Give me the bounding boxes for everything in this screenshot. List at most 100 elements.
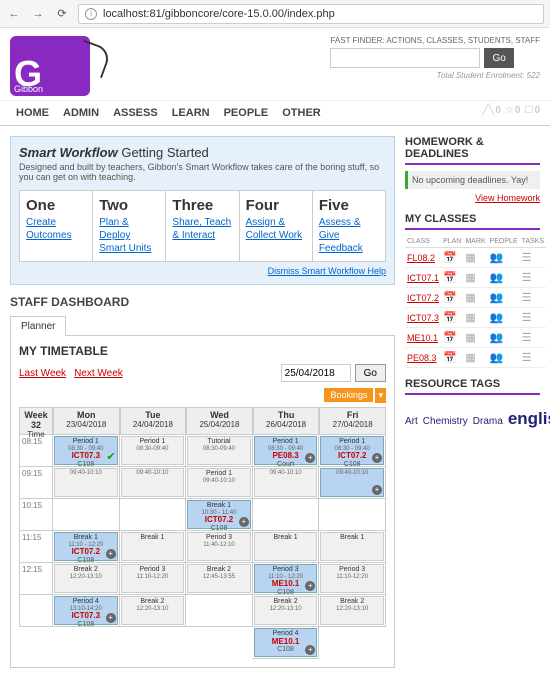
people-icon[interactable]: 👥 <box>488 268 520 288</box>
timetable-cell[interactable]: Break 212:20-13:10 <box>120 595 187 627</box>
class-link[interactable]: ICT07.1 <box>407 273 439 283</box>
timetable-cell[interactable] <box>120 499 187 531</box>
notif-star[interactable]: ☆ 0 <box>505 105 521 116</box>
timetable-cell[interactable]: Period 4ME10.1C108+ <box>253 627 320 659</box>
class-link[interactable]: ME10.1 <box>407 333 438 343</box>
plan-icon[interactable]: 📅 <box>441 328 463 348</box>
timetable-cell[interactable]: Break 212:20-13:10 <box>319 595 386 627</box>
class-link[interactable]: FL08.2 <box>407 253 435 263</box>
resource-tag[interactable]: english <box>508 409 550 428</box>
dismiss-smart-workflow-link[interactable]: Dismiss Smart Workflow Help <box>19 266 386 276</box>
plan-icon[interactable]: 📅 <box>441 248 463 268</box>
last-week-link[interactable]: Last Week <box>19 368 66 379</box>
people-icon[interactable]: 👥 <box>488 328 520 348</box>
timetable-cell[interactable]: 09:40-10:10+ <box>319 467 386 499</box>
mark-icon[interactable]: ▦ <box>463 348 487 368</box>
timetable-cell[interactable]: Period 108:30 - 09:40PE08.3Court+ <box>253 435 320 467</box>
timetable-cell[interactable] <box>253 499 320 531</box>
plus-icon[interactable]: + <box>372 485 382 495</box>
timetable-cell[interactable]: Period 311:40-12:10 <box>186 531 253 563</box>
url-bar[interactable]: i localhost:81/gibboncore/core-15.0.00/i… <box>78 4 544 24</box>
plan-icon[interactable]: 📅 <box>441 268 463 288</box>
date-input[interactable] <box>281 364 351 382</box>
fast-finder-go-button[interactable]: Go <box>484 48 513 68</box>
nav-assess[interactable]: ASSESS <box>113 107 158 119</box>
timetable-cell[interactable]: Period 311:10-12:20 <box>120 563 187 595</box>
bookings-button[interactable]: Bookings <box>324 388 373 402</box>
timetable-cell[interactable] <box>186 595 253 627</box>
resource-tag[interactable]: Drama <box>473 416 503 427</box>
tasks-icon[interactable]: ☰ <box>520 328 546 348</box>
timetable-cell[interactable]: Break 1 <box>319 531 386 563</box>
workflow-step-link[interactable]: Create Outcomes <box>26 216 86 242</box>
nav-learn[interactable]: LEARN <box>172 107 210 119</box>
timetable-cell[interactable] <box>319 499 386 531</box>
plus-icon[interactable]: + <box>106 549 116 559</box>
tab-planner[interactable]: Planner <box>10 316 66 336</box>
workflow-step-link[interactable]: Share, Teach & Interact <box>172 216 232 242</box>
people-icon[interactable]: 👥 <box>488 308 520 328</box>
timetable-cell[interactable]: Tutorial08:30-09:40 <box>186 435 253 467</box>
timetable-cell[interactable]: Period 311:10-12:20 <box>319 563 386 595</box>
people-icon[interactable]: 👥 <box>488 348 520 368</box>
tasks-icon[interactable]: ☰ <box>520 248 546 268</box>
plus-icon[interactable]: + <box>239 517 249 527</box>
workflow-step-link[interactable]: Plan & Deploy Smart Units <box>99 216 159 255</box>
tasks-icon[interactable]: ☰ <box>520 268 546 288</box>
class-link[interactable]: PE08.3 <box>407 353 437 363</box>
people-icon[interactable]: 👥 <box>488 248 520 268</box>
notif-activity[interactable]: ╱╲ 0 <box>482 105 501 116</box>
resource-tag[interactable]: Chemistry <box>423 416 468 427</box>
workflow-step-link[interactable]: Assess & Give Feedback <box>319 216 379 255</box>
timetable-cell[interactable]: Break 1 <box>120 531 187 563</box>
timetable-cell[interactable]: Break 110:30 - 11:40ICT07.2C108+ <box>186 499 253 531</box>
timetable-cell[interactable]: Period 413:10-14:20ICT07.3C108+ <box>53 595 120 627</box>
class-link[interactable]: ICT07.2 <box>407 293 439 303</box>
forward-button[interactable]: → <box>30 6 46 22</box>
timetable-cell[interactable]: Break 212:45-13:55 <box>186 563 253 595</box>
mark-icon[interactable]: ▦ <box>463 248 487 268</box>
plus-icon[interactable]: + <box>372 453 382 463</box>
view-homework-link[interactable]: View Homework <box>405 193 540 203</box>
timetable-cell[interactable]: 09:40-10:10 <box>253 467 320 499</box>
mark-icon[interactable]: ▦ <box>463 328 487 348</box>
tasks-icon[interactable]: ☰ <box>520 348 546 368</box>
timetable-cell[interactable]: Break 111:10 - 12:20ICT07.2C108+ <box>53 531 120 563</box>
reload-button[interactable]: ⟳ <box>54 6 70 22</box>
class-link[interactable]: ICT07.3 <box>407 313 439 323</box>
people-icon[interactable]: 👥 <box>488 288 520 308</box>
timetable-cell[interactable]: 09:40-10:10 <box>53 467 120 499</box>
date-go-button[interactable]: Go <box>355 364 386 382</box>
notif-message[interactable]: ☐ 0 <box>524 105 540 116</box>
plan-icon[interactable]: 📅 <box>441 288 463 308</box>
timetable-cell[interactable] <box>53 499 120 531</box>
plus-icon[interactable]: + <box>106 613 116 623</box>
fast-finder-input[interactable] <box>330 48 480 68</box>
timetable-cell[interactable]: Period 311:10 - 12:20ME10.1C108+ <box>253 563 320 595</box>
mark-icon[interactable]: ▦ <box>463 308 487 328</box>
workflow-step-link[interactable]: Assign & Collect Work <box>246 216 306 242</box>
back-button[interactable]: ← <box>6 6 22 22</box>
nav-home[interactable]: HOME <box>16 107 49 119</box>
mark-icon[interactable]: ▦ <box>463 268 487 288</box>
nav-admin[interactable]: ADMIN <box>63 107 99 119</box>
plan-icon[interactable]: 📅 <box>441 348 463 368</box>
next-week-link[interactable]: Next Week <box>74 368 123 379</box>
timetable-cell[interactable]: Period 109:40-10:10 <box>186 467 253 499</box>
timetable-cell[interactable]: Period 108:30-09:40 <box>120 435 187 467</box>
nav-other[interactable]: OTHER <box>282 107 321 119</box>
timetable-cell[interactable]: Break 1 <box>253 531 320 563</box>
tasks-icon[interactable]: ☰ <box>520 308 546 328</box>
nav-people[interactable]: PEOPLE <box>224 107 269 119</box>
plan-icon[interactable]: 📅 <box>441 308 463 328</box>
bookings-toggle-icon[interactable]: ▾ <box>375 388 386 403</box>
resource-tag[interactable]: Art <box>405 416 418 427</box>
timetable-cell[interactable]: 09:40-10:10 <box>120 467 187 499</box>
tasks-icon[interactable]: ☰ <box>520 288 546 308</box>
mark-icon[interactable]: ▦ <box>463 288 487 308</box>
timetable-cell[interactable]: Period 108:30 - 09:40ICT07.2C108+ <box>319 435 386 467</box>
logo[interactable]: G Gibbon <box>10 36 90 96</box>
timetable-cell[interactable]: Break 212:20-13:10 <box>53 563 120 595</box>
timetable-cell[interactable]: Period 108:30 - 09:40ICT07.3C108✔ <box>53 435 120 467</box>
timetable-cell[interactable]: Break 212:20-13:10 <box>253 595 320 627</box>
